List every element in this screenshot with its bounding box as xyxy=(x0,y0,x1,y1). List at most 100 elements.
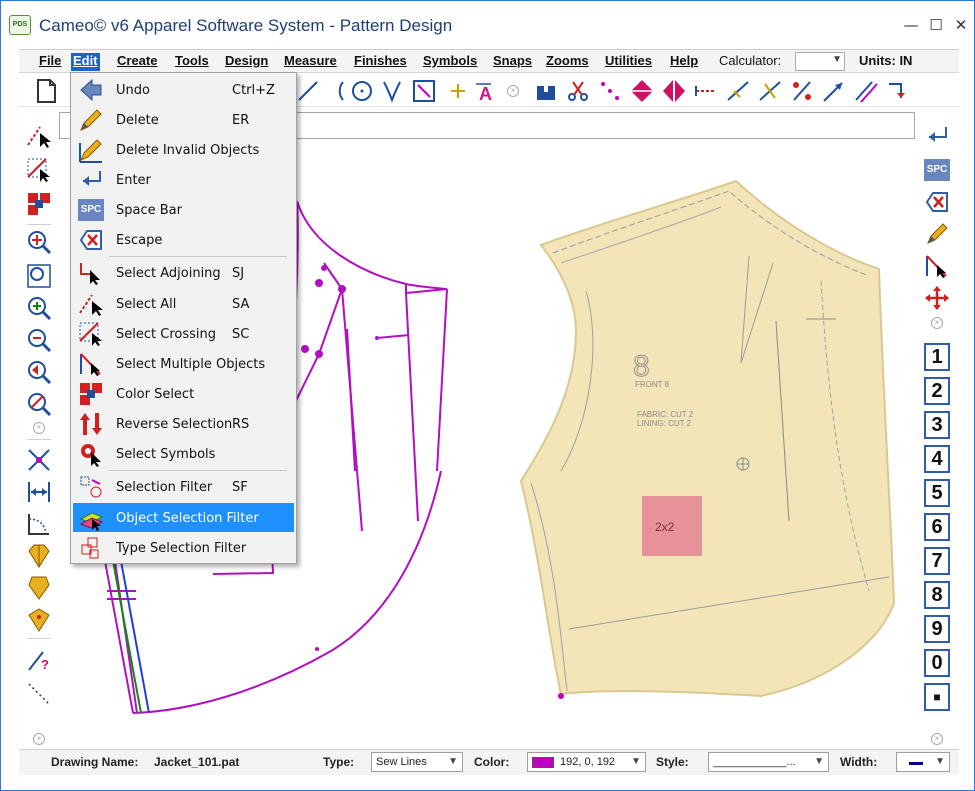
menu-measure[interactable]: Measure xyxy=(282,53,339,71)
measure-line-icon[interactable] xyxy=(693,78,719,104)
number-key-point[interactable]: ■ xyxy=(924,683,950,711)
new-document-icon[interactable] xyxy=(33,78,59,104)
text-tool-icon[interactable]: A xyxy=(473,78,499,104)
kite-three-icon[interactable] xyxy=(26,607,52,633)
menu-item-object-selection-filter[interactable]: Object Selection Filter xyxy=(73,503,294,532)
zoom-out-icon[interactable] xyxy=(26,327,52,353)
menu-item-select-symbols[interactable]: Select Symbols xyxy=(73,439,294,468)
collapse-right-icon[interactable]: » xyxy=(931,317,943,329)
menu-item-type-selection-filter[interactable]: Type Selection Filter xyxy=(73,533,294,562)
menu-item-delete[interactable]: Delete ER xyxy=(73,105,294,134)
dart-tool-icon[interactable] xyxy=(379,78,405,104)
number-key-0[interactable]: 0 xyxy=(924,649,950,677)
menu-item-reverse-selection[interactable]: Reverse Selection RS xyxy=(73,409,294,438)
menu-finishes[interactable]: Finishes xyxy=(352,53,409,71)
select-adjoining-icon xyxy=(78,260,104,286)
number-key-1[interactable]: 1 xyxy=(924,343,950,371)
select-crossing-tool-icon[interactable] xyxy=(26,157,52,183)
kite-one-icon[interactable] xyxy=(26,543,52,569)
escape-key-icon[interactable] xyxy=(924,189,950,215)
menu-file[interactable]: File xyxy=(37,53,63,71)
chevron-down-icon: ▼ xyxy=(448,756,458,767)
cross-line-icon[interactable] xyxy=(757,78,783,104)
box-arrow-icon[interactable] xyxy=(411,78,437,104)
menu-design[interactable]: Design xyxy=(223,53,270,71)
zoom-fit-icon[interactable] xyxy=(26,229,52,255)
notch-tool-icon[interactable] xyxy=(533,78,559,104)
pencil-icon[interactable] xyxy=(924,221,950,247)
line-info-icon[interactable]: ? xyxy=(26,647,52,673)
select-all-tool-icon[interactable] xyxy=(26,123,52,149)
zoom-previous-icon[interactable] xyxy=(26,359,52,385)
menu-edit[interactable]: Edit xyxy=(71,53,100,71)
flip-diamond-icon[interactable] xyxy=(629,78,655,104)
menu-item-select-adjoining[interactable]: Select Adjoining SJ xyxy=(73,258,294,287)
zoom-window-icon[interactable] xyxy=(26,263,52,289)
menu-item-selection-filter[interactable]: Selection Filter SF xyxy=(73,472,294,501)
menu-help[interactable]: Help xyxy=(668,53,700,71)
step-arrow-icon[interactable] xyxy=(885,78,911,104)
number-key-5[interactable]: 5 xyxy=(924,479,950,507)
mirror-icon[interactable] xyxy=(661,78,687,104)
pattern-points xyxy=(301,265,379,651)
arc-tool-icon[interactable] xyxy=(323,78,349,104)
dotted-line-icon[interactable] xyxy=(26,681,52,707)
space-bar-key[interactable]: SPC xyxy=(924,157,950,183)
color-select-icon xyxy=(78,381,104,407)
swatch-label: 2x2 xyxy=(655,520,675,534)
angle-measure-icon[interactable] xyxy=(26,511,52,537)
menu-item-color-select[interactable]: Color Select xyxy=(73,379,294,408)
title-bar[interactable]: PDS Cameo© v6 Apparel Software System - … xyxy=(1,1,974,45)
calculator-select[interactable]: ▼ xyxy=(795,52,845,71)
arrow-line-icon[interactable] xyxy=(821,78,847,104)
escape-x-icon xyxy=(78,227,104,253)
menu-utilities[interactable]: Utilities xyxy=(603,53,654,71)
point-drag-icon[interactable] xyxy=(597,78,623,104)
menu-item-undo[interactable]: Undo Ctrl+Z xyxy=(73,75,294,104)
close-button[interactable]: ✕ xyxy=(946,11,975,41)
line-tool-icon[interactable] xyxy=(295,78,321,104)
zoom-clear-icon[interactable] xyxy=(26,391,52,417)
width-select[interactable]: ▼ xyxy=(896,752,950,772)
number-key-4[interactable]: 4 xyxy=(924,445,950,473)
move-arrows-icon[interactable] xyxy=(924,285,950,311)
collapse-left-icon[interactable]: » xyxy=(33,422,45,434)
expand-toolbar-icon[interactable]: » xyxy=(507,85,519,97)
color-select-tool-icon[interactable] xyxy=(26,191,52,217)
number-key-2[interactable]: 2 xyxy=(924,377,950,405)
kite-two-icon[interactable] xyxy=(26,575,52,601)
color-select[interactable]: 192, 0, 192 ▼ xyxy=(527,752,646,772)
menu-symbols[interactable]: Symbols xyxy=(421,53,479,71)
menu-item-enter[interactable]: Enter xyxy=(73,165,294,194)
percent-icon[interactable] xyxy=(789,78,815,104)
menu-item-space-bar[interactable]: SPC Space Bar xyxy=(73,195,294,224)
menu-item-select-all[interactable]: Select All SA xyxy=(73,289,294,318)
distance-icon[interactable] xyxy=(26,479,52,505)
menu-zooms[interactable]: Zooms xyxy=(544,53,591,71)
number-key-6[interactable]: 6 xyxy=(924,513,950,541)
invalid-select-icon[interactable] xyxy=(924,253,950,279)
menu-item-select-crossing[interactable]: Select Crossing SC xyxy=(73,319,294,348)
enter-key-icon[interactable] xyxy=(924,123,950,149)
menu-create[interactable]: Create xyxy=(115,53,159,71)
menu-item-escape[interactable]: Escape xyxy=(73,225,294,254)
number-key-8[interactable]: 8 xyxy=(924,581,950,609)
circle-tool-icon[interactable] xyxy=(349,78,375,104)
zoom-in-icon[interactable] xyxy=(26,295,52,321)
style-select[interactable]: ____________... ▼ xyxy=(708,752,829,772)
number-key-7[interactable]: 7 xyxy=(924,547,950,575)
menu-snaps[interactable]: Snaps xyxy=(491,53,534,71)
double-line-icon[interactable] xyxy=(853,78,879,104)
menu-item-select-multiple[interactable]: Select Multiple Objects xyxy=(73,349,294,378)
blue-line-icon[interactable] xyxy=(725,78,751,104)
scissors-icon[interactable] xyxy=(565,78,591,104)
number-key-9[interactable]: 9 xyxy=(924,615,950,643)
collapse-right-bottom-icon[interactable]: » xyxy=(931,733,943,745)
collapse-left-bottom-icon[interactable]: » xyxy=(33,733,45,745)
menu-item-delete-invalid[interactable]: Delete Invalid Objects xyxy=(73,135,294,164)
type-select[interactable]: Sew Lines ▼ xyxy=(371,752,463,772)
cross-points-icon[interactable] xyxy=(26,447,52,473)
point-tool-icon[interactable] xyxy=(445,78,471,104)
number-key-3[interactable]: 3 xyxy=(924,411,950,439)
menu-tools[interactable]: Tools xyxy=(173,53,211,71)
